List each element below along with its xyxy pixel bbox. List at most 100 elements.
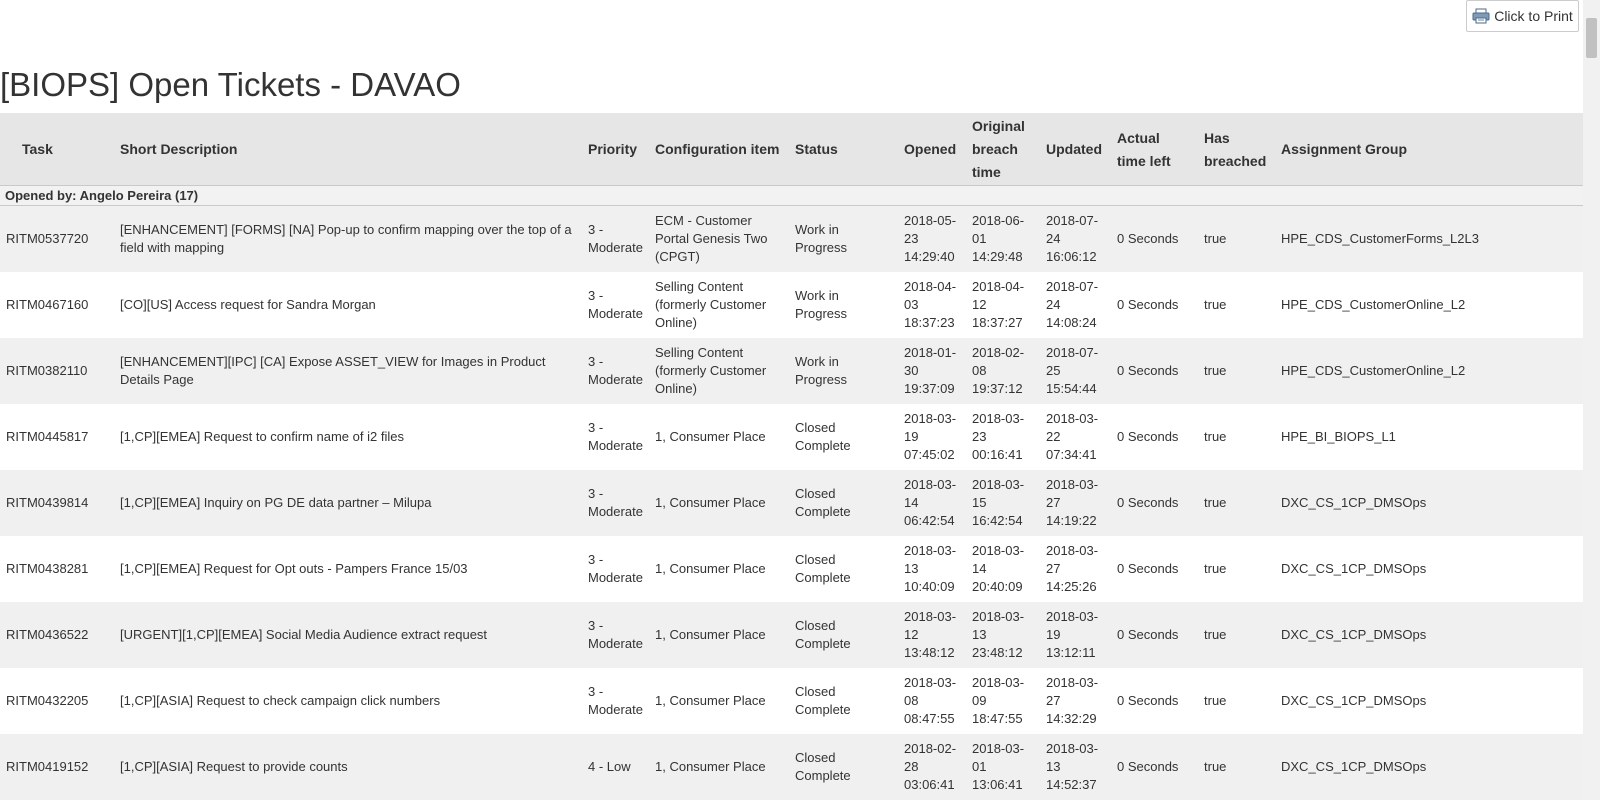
cell-actual-time-left: 0 Seconds: [1111, 469, 1198, 536]
cell-has-breached: true: [1198, 469, 1275, 536]
cell-assignment-group: HPE_CDS_CustomerForms_L2L3: [1275, 205, 1583, 272]
tickets-table: Task Short Description Priority Configur…: [0, 113, 1583, 800]
column-header-priority[interactable]: Priority: [582, 113, 649, 186]
column-header-task[interactable]: Task: [0, 113, 114, 186]
column-header-configuration-item[interactable]: Configuration item: [649, 113, 789, 186]
cell-original-breach-time: 2018-03-01 13:06:41: [966, 733, 1040, 800]
cell-task[interactable]: RITM0382110: [0, 337, 114, 404]
cell-priority: 3 - Moderate: [582, 535, 649, 602]
cell-has-breached: true: [1198, 535, 1275, 602]
cell-assignment-group: DXC_CS_1CP_DMSOps: [1275, 535, 1583, 602]
cell-status: Closed Complete: [789, 469, 898, 536]
cell-has-breached: true: [1198, 403, 1275, 470]
cell-short-description: [CO][US] Access request for Sandra Morga…: [114, 271, 582, 338]
cell-updated: 2018-07-24 14:08:24: [1040, 271, 1111, 338]
cell-updated: 2018-03-19 13:12:11: [1040, 601, 1111, 668]
cell-original-breach-time: 2018-03-15 16:42:54: [966, 469, 1040, 536]
printer-icon: [1472, 8, 1490, 24]
table-header-row: Task Short Description Priority Configur…: [0, 113, 1583, 186]
cell-status: Closed Complete: [789, 535, 898, 602]
column-header-status[interactable]: Status: [789, 113, 898, 186]
column-header-updated[interactable]: Updated: [1040, 113, 1111, 186]
cell-priority: 4 - Low: [582, 733, 649, 800]
cell-has-breached: true: [1198, 667, 1275, 734]
cell-has-breached: true: [1198, 601, 1275, 668]
cell-assignment-group: DXC_CS_1CP_DMSOps: [1275, 469, 1583, 536]
cell-task[interactable]: RITM0438281: [0, 535, 114, 602]
table-row[interactable]: RITM0419152 [1,CP][ASIA] Request to prov…: [0, 733, 1583, 800]
table-row[interactable]: RITM0438281 [1,CP][EMEA] Request for Opt…: [0, 535, 1583, 602]
cell-actual-time-left: 0 Seconds: [1111, 337, 1198, 404]
cell-opened: 2018-04-03 18:37:23: [898, 271, 966, 338]
cell-original-breach-time: 2018-02-08 19:37:12: [966, 337, 1040, 404]
table-row[interactable]: RITM0537720 [ENHANCEMENT] [FORMS] [NA] P…: [0, 205, 1583, 272]
cell-opened: 2018-03-19 07:45:02: [898, 403, 966, 470]
cell-configuration-item: 1, Consumer Place: [649, 403, 789, 470]
cell-status: Closed Complete: [789, 601, 898, 668]
cell-assignment-group: HPE_CDS_CustomerOnline_L2: [1275, 337, 1583, 404]
table-row[interactable]: RITM0432205 [1,CP][ASIA] Request to chec…: [0, 667, 1583, 734]
cell-short-description: [1,CP][EMEA] Request to confirm name of …: [114, 403, 582, 470]
cell-updated: 2018-03-27 14:32:29: [1040, 667, 1111, 734]
cell-updated: 2018-03-27 14:19:22: [1040, 469, 1111, 536]
cell-original-breach-time: 2018-03-09 18:47:55: [966, 667, 1040, 734]
cell-task[interactable]: RITM0436522: [0, 601, 114, 668]
cell-priority: 3 - Moderate: [582, 601, 649, 668]
cell-actual-time-left: 0 Seconds: [1111, 403, 1198, 470]
scrollbar-thumb[interactable]: [1586, 18, 1597, 58]
cell-assignment-group: HPE_BI_BIOPS_L1: [1275, 403, 1583, 470]
cell-task[interactable]: RITM0467160: [0, 271, 114, 338]
cell-short-description: [URGENT][1,CP][EMEA] Social Media Audien…: [114, 601, 582, 668]
cell-opened: 2018-03-14 06:42:54: [898, 469, 966, 536]
cell-has-breached: true: [1198, 271, 1275, 338]
table-row[interactable]: RITM0436522 [URGENT][1,CP][EMEA] Social …: [0, 601, 1583, 668]
table-row[interactable]: RITM0467160 [CO][US] Access request for …: [0, 271, 1583, 338]
cell-assignment-group: DXC_CS_1CP_DMSOps: [1275, 601, 1583, 668]
cell-task[interactable]: RITM0445817: [0, 403, 114, 470]
cell-opened: 2018-01-30 19:37:09: [898, 337, 966, 404]
print-button-label: Click to Print: [1494, 8, 1573, 24]
cell-configuration-item: 1, Consumer Place: [649, 667, 789, 734]
cell-short-description: [1,CP][ASIA] Request to provide counts: [114, 733, 582, 800]
page-title: [BIOPS] Open Tickets - DAVAO: [0, 66, 461, 103]
cell-updated: 2018-03-13 14:52:37: [1040, 733, 1111, 800]
column-header-short-description[interactable]: Short Description: [114, 113, 582, 186]
cell-configuration-item: 1, Consumer Place: [649, 535, 789, 602]
cell-task[interactable]: RITM0537720: [0, 205, 114, 272]
cell-configuration-item: 1, Consumer Place: [649, 469, 789, 536]
cell-task[interactable]: RITM0432205: [0, 667, 114, 734]
cell-assignment-group: DXC_CS_1CP_DMSOps: [1275, 667, 1583, 734]
cell-configuration-item: 1, Consumer Place: [649, 733, 789, 800]
cell-has-breached: true: [1198, 205, 1275, 272]
column-header-original-breach-time[interactable]: Original breach time: [966, 113, 1040, 186]
vertical-scrollbar[interactable]: [1583, 0, 1600, 800]
group-label: Opened by: Angelo Pereira (17): [0, 185, 1583, 206]
cell-opened: 2018-03-12 13:48:12: [898, 601, 966, 668]
cell-status: Closed Complete: [789, 733, 898, 800]
cell-status: Work in Progress: [789, 271, 898, 338]
cell-status: Closed Complete: [789, 667, 898, 734]
table-row[interactable]: RITM0382110 [ENHANCEMENT][IPC] [CA] Expo…: [0, 337, 1583, 404]
cell-task[interactable]: RITM0419152: [0, 733, 114, 800]
print-button[interactable]: Click to Print: [1466, 0, 1579, 32]
cell-configuration-item: Selling Content (formerly Customer Onlin…: [649, 271, 789, 338]
cell-short-description: [1,CP][EMEA] Inquiry on PG DE data partn…: [114, 469, 582, 536]
cell-priority: 3 - Moderate: [582, 403, 649, 470]
cell-short-description: [ENHANCEMENT][IPC] [CA] Expose ASSET_VIE…: [114, 337, 582, 404]
column-header-actual-time-left[interactable]: Actual time left: [1111, 113, 1198, 186]
column-header-assignment-group[interactable]: Assignment Group: [1275, 113, 1583, 186]
cell-status: Closed Complete: [789, 403, 898, 470]
cell-task[interactable]: RITM0439814: [0, 469, 114, 536]
cell-original-breach-time: 2018-06-01 14:29:48: [966, 205, 1040, 272]
table-row[interactable]: RITM0439814 [1,CP][EMEA] Inquiry on PG D…: [0, 469, 1583, 536]
column-header-has-breached[interactable]: Has breached: [1198, 113, 1275, 186]
cell-opened: 2018-02-28 03:06:41: [898, 733, 966, 800]
cell-actual-time-left: 0 Seconds: [1111, 205, 1198, 272]
column-header-opened[interactable]: Opened: [898, 113, 966, 186]
cell-priority: 3 - Moderate: [582, 469, 649, 536]
cell-configuration-item: 1, Consumer Place: [649, 601, 789, 668]
cell-priority: 3 - Moderate: [582, 337, 649, 404]
cell-short-description: [ENHANCEMENT] [FORMS] [NA] Pop-up to con…: [114, 205, 582, 272]
cell-updated: 2018-03-27 14:25:26: [1040, 535, 1111, 602]
table-row[interactable]: RITM0445817 [1,CP][EMEA] Request to conf…: [0, 403, 1583, 470]
